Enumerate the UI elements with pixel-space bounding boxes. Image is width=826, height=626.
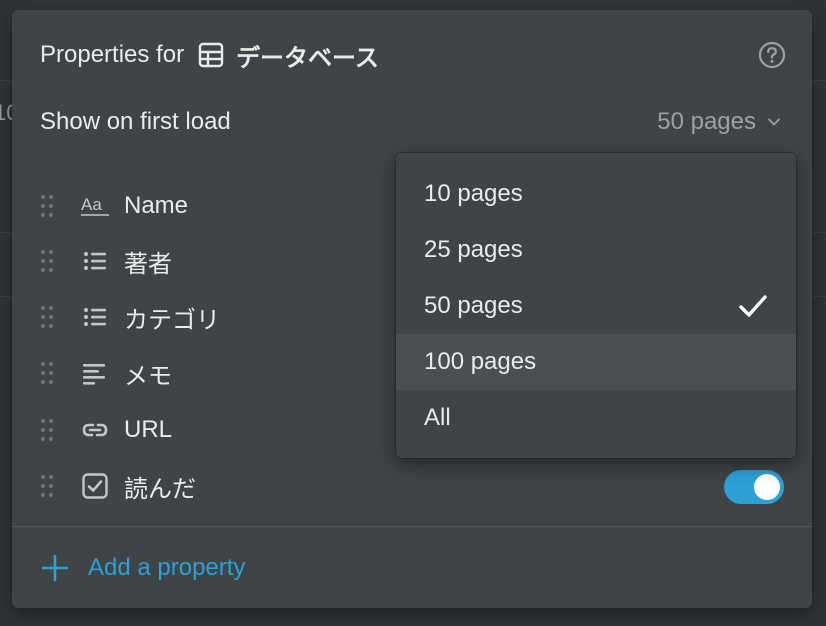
- add-property-label: Add a property: [88, 554, 246, 581]
- add-property-button[interactable]: Add a property: [40, 550, 245, 586]
- drag-handle-icon[interactable]: [40, 194, 54, 218]
- property-row-name[interactable]: Aa Name: [40, 186, 188, 226]
- page-count-dropdown: 10 pages 25 pages 50 pages 100 pages All: [396, 153, 796, 458]
- visibility-toggle[interactable]: [724, 470, 784, 504]
- chevron-down-icon: [768, 118, 780, 126]
- option-50-pages[interactable]: 50 pages: [396, 278, 796, 334]
- property-label: 著者: [124, 250, 172, 278]
- checkmark-icon: [739, 295, 767, 317]
- option-all[interactable]: All: [396, 390, 796, 446]
- option-label: 100 pages: [424, 348, 537, 375]
- option-label: All: [424, 404, 451, 431]
- property-label: メモ: [124, 362, 172, 390]
- option-label: 10 pages: [424, 180, 523, 207]
- link-icon: [80, 415, 110, 445]
- list-icon: [80, 302, 110, 332]
- panel-header: Properties for データベース: [40, 38, 379, 72]
- property-row-read[interactable]: 読んだ: [40, 466, 196, 506]
- property-label: 読んだ: [124, 475, 196, 503]
- plus-icon: [41, 554, 69, 582]
- drag-handle-icon[interactable]: [40, 249, 54, 273]
- option-label: 25 pages: [424, 236, 523, 263]
- drag-handle-icon[interactable]: [40, 418, 54, 442]
- text-icon: Aa: [80, 191, 110, 221]
- svg-text:Aa: Aa: [81, 195, 102, 214]
- first-load-value: 50 pages: [657, 108, 756, 135]
- table-icon: [198, 42, 224, 68]
- option-10-pages[interactable]: 10 pages: [396, 166, 796, 222]
- first-load-select[interactable]: 50 pages: [657, 108, 782, 136]
- property-label: URL: [124, 416, 173, 443]
- property-row-author[interactable]: 著者: [40, 241, 172, 281]
- property-label: Name: [124, 192, 189, 219]
- paragraph-icon: [80, 358, 110, 388]
- list-icon: [80, 246, 110, 276]
- checkbox-icon: [80, 471, 110, 501]
- option-100-pages[interactable]: 100 pages: [396, 334, 796, 390]
- drag-handle-icon[interactable]: [40, 361, 54, 385]
- option-label: 50 pages: [424, 292, 523, 319]
- drag-handle-icon[interactable]: [40, 305, 54, 329]
- option-25-pages[interactable]: 25 pages: [396, 222, 796, 278]
- panel-title-prefix: Properties for: [40, 41, 185, 68]
- drag-handle-icon[interactable]: [40, 474, 54, 498]
- property-row-memo[interactable]: メモ: [40, 353, 172, 393]
- toggle-knob: [754, 474, 780, 500]
- property-row-category[interactable]: カテゴリ: [40, 297, 220, 337]
- first-load-label: Show on first load: [40, 108, 231, 135]
- divider: [12, 526, 812, 527]
- property-row-url[interactable]: URL: [40, 410, 172, 450]
- property-label: カテゴリ: [124, 306, 220, 334]
- database-name: データベース: [236, 44, 379, 72]
- question-circle-icon[interactable]: [758, 41, 786, 69]
